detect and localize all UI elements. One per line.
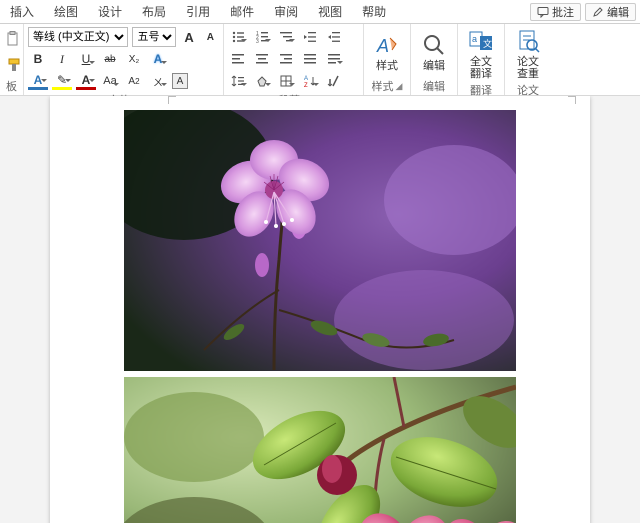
superscript-button[interactable]: A2	[124, 71, 144, 91]
justify-button[interactable]	[300, 49, 320, 69]
svg-text:A: A	[304, 76, 308, 82]
edit-group: 编辑 编辑	[411, 24, 458, 95]
translate-group: a文 全文 翻译 翻译	[458, 24, 505, 95]
menu-bar: 插入 绘图 设计 布局 引用 邮件 审阅 视图 帮助 批注 编辑	[0, 0, 640, 24]
edit-group-label: 编辑	[415, 78, 453, 95]
menu-right: 批注 编辑	[530, 3, 640, 21]
line-spacing-button[interactable]	[228, 71, 248, 91]
styles-label: 样式	[376, 60, 398, 72]
edit-button[interactable]: 编辑	[415, 26, 453, 78]
comments-button[interactable]: 批注	[530, 3, 581, 21]
tab-design[interactable]: 设计	[88, 0, 132, 24]
phonetic-guide-button[interactable]: ㄨ	[148, 71, 168, 91]
svg-text:a: a	[472, 34, 477, 44]
tab-layout[interactable]: 布局	[132, 0, 176, 24]
thesis-group: 论文 查重 论文	[505, 24, 551, 95]
distribute-button[interactable]	[324, 49, 344, 69]
font-family-select[interactable]: 等线 (中文正文)	[28, 27, 128, 47]
margin-marker-right	[568, 96, 576, 104]
ribbon: 板 等线 (中文正文) 五号 A A B I U ab X₂ A A ✎ A	[0, 24, 640, 96]
tab-mailings[interactable]: 邮件	[220, 0, 264, 24]
pencil-icon	[592, 6, 604, 18]
font-color-button[interactable]: A	[76, 73, 96, 90]
styles-icon: A	[374, 32, 400, 58]
increase-indent-button[interactable]	[324, 27, 344, 47]
comment-icon	[537, 6, 549, 18]
grow-font-button[interactable]: A	[180, 27, 197, 47]
thesis-label: 论文 查重	[517, 56, 539, 80]
subscript-button[interactable]: X₂	[124, 49, 144, 69]
tab-references[interactable]: 引用	[176, 0, 220, 24]
dialog-launcher-icon[interactable]: ◢	[396, 81, 403, 92]
tab-draw[interactable]: 绘图	[44, 0, 88, 24]
thesis-check-button[interactable]: 论文 查重	[509, 26, 547, 82]
format-painter-icon[interactable]	[4, 55, 24, 75]
styles-group-label: 样式◢	[368, 78, 406, 95]
para-shading-button[interactable]	[252, 71, 272, 91]
tab-help[interactable]: 帮助	[352, 0, 396, 24]
highlight-button[interactable]: A	[28, 73, 48, 90]
align-left-button[interactable]	[228, 49, 248, 69]
styles-group: A 样式 样式◢	[364, 24, 411, 95]
svg-text:文: 文	[483, 38, 492, 49]
shrink-font-button[interactable]: A	[202, 27, 219, 47]
show-marks-button[interactable]	[324, 71, 344, 91]
paste-icon[interactable]	[4, 29, 24, 49]
strike-button[interactable]: ab	[100, 49, 120, 69]
translate-label: 全文 翻译	[470, 56, 492, 80]
styles-button[interactable]: A 样式	[368, 26, 406, 78]
svg-text:A: A	[376, 36, 389, 56]
document-canvas[interactable]	[0, 96, 640, 523]
tab-review[interactable]: 审阅	[264, 0, 308, 24]
clipboard-group: 板	[0, 24, 24, 95]
clipboard-label: 板	[4, 78, 19, 95]
bold-button[interactable]: B	[28, 49, 48, 69]
sort-button[interactable]: AZ	[300, 71, 320, 91]
italic-button[interactable]: I	[52, 49, 72, 69]
svg-text:Z: Z	[304, 83, 308, 88]
edit-label: 编辑	[423, 60, 445, 72]
change-case-button[interactable]: Aa	[100, 71, 120, 91]
tab-view[interactable]: 视图	[308, 0, 352, 24]
svg-text:3: 3	[256, 39, 259, 44]
thesis-icon	[515, 28, 541, 54]
multilevel-button[interactable]	[276, 27, 296, 47]
margin-marker-left	[168, 96, 176, 104]
magnifier-icon	[421, 32, 447, 58]
font-group: 等线 (中文正文) 五号 A A B I U ab X₂ A A ✎ A Aa …	[24, 24, 224, 95]
edit-mode-label: 编辑	[607, 4, 629, 20]
text-effects-button[interactable]: A	[148, 49, 168, 69]
borders-button[interactable]	[276, 71, 296, 91]
align-right-button[interactable]	[276, 49, 296, 69]
comments-label: 批注	[552, 4, 574, 20]
char-border-button[interactable]: A	[172, 73, 188, 89]
shading-pen-button[interactable]: ✎	[52, 73, 72, 90]
font-size-select[interactable]: 五号	[132, 27, 176, 47]
page	[50, 96, 590, 523]
decrease-indent-button[interactable]	[300, 27, 320, 47]
numbering-button[interactable]: 123	[252, 27, 272, 47]
bullets-button[interactable]	[228, 27, 248, 47]
paragraph-group: 123 AZ 段落◢	[224, 24, 364, 95]
translate-icon: a文	[468, 28, 494, 54]
edit-mode-button[interactable]: 编辑	[585, 3, 636, 21]
underline-button[interactable]: U	[76, 49, 96, 69]
inserted-image-1[interactable]	[124, 110, 516, 371]
inserted-image-2[interactable]	[124, 377, 516, 523]
translate-button[interactable]: a文 全文 翻译	[462, 26, 500, 82]
align-center-button[interactable]	[252, 49, 272, 69]
tab-insert[interactable]: 插入	[0, 0, 44, 24]
